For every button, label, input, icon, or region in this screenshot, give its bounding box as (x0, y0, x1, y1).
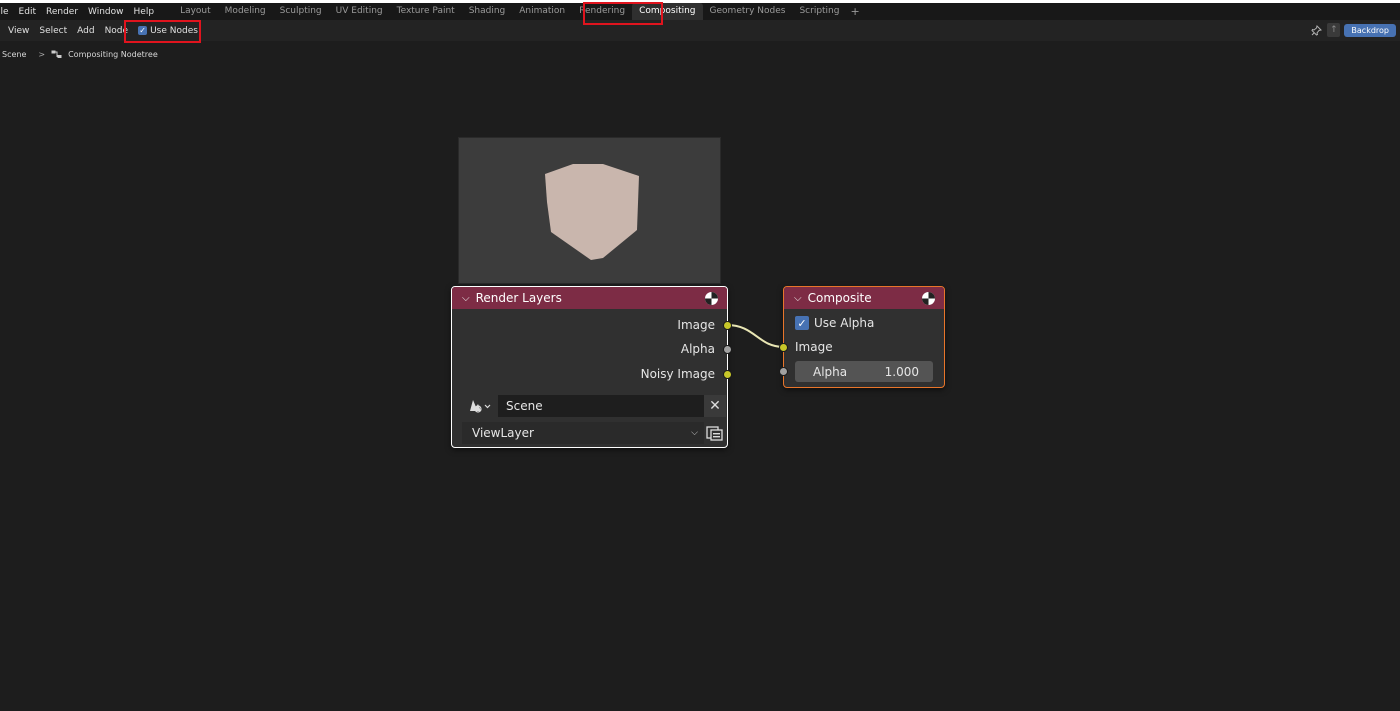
tab-shading[interactable]: Shading (462, 3, 513, 20)
view-menu[interactable]: View (0, 26, 34, 36)
render-layers-title: Render Layers (475, 291, 562, 305)
top-menu-bar: ile Edit Render Window Help Layout Model… (0, 3, 1400, 20)
composite-node-header[interactable]: ⌵ Composite (784, 287, 944, 309)
scene-selector-row: Scene ✕ (462, 395, 726, 417)
input-image-socket[interactable] (779, 343, 788, 352)
chevron-down-icon: ⌵ (691, 428, 698, 438)
render-layers-node[interactable]: ⌵ Render Layers Image Alpha Noisy Image … (451, 286, 732, 448)
add-workspace-button[interactable]: + (846, 5, 863, 18)
render-layers-node-header[interactable]: ⌵ Render Layers (452, 287, 727, 309)
composite-title: Composite (807, 291, 872, 305)
backdrop-preview (458, 137, 721, 284)
menu-file[interactable]: ile (0, 7, 14, 17)
add-menu[interactable]: Add (72, 26, 99, 36)
view-layer-dropdown[interactable]: ViewLayer ⌵ (462, 422, 704, 444)
node-tree-icon (51, 50, 62, 59)
menu-edit[interactable]: Edit (14, 7, 41, 17)
render-result-icon[interactable] (921, 291, 936, 306)
breadcrumb: Scene > Compositing Nodetree (2, 50, 158, 59)
select-menu[interactable]: Select (34, 26, 72, 36)
output-noisy-image-label: Noisy Image (640, 367, 715, 381)
workspace-tabs: Layout Modeling Sculpting UV Editing Tex… (173, 3, 864, 20)
render-result-icon[interactable] (704, 291, 719, 306)
use-alpha-toggle[interactable]: ✓ Use Alpha (795, 316, 874, 330)
parent-node-tree-icon[interactable]: ↑ (1327, 23, 1341, 37)
alpha-value-field[interactable]: Alpha 1.000 (795, 361, 933, 382)
output-alpha-label: Alpha (680, 342, 715, 356)
menu-help[interactable]: Help (129, 7, 160, 17)
use-alpha-label: Use Alpha (814, 316, 875, 330)
node-editor-header: View Select Add Node ✓ Use Nodes ↑ Backd… (0, 20, 1400, 41)
input-alpha-socket[interactable] (779, 367, 788, 376)
tab-animation[interactable]: Animation (512, 3, 572, 20)
output-noisy-image-socket[interactable] (723, 370, 732, 379)
tab-sculpting[interactable]: Sculpting (273, 3, 329, 20)
composite-node[interactable]: ⌵ Composite ✓ Use Alpha Image Alpha 1.00… (779, 286, 945, 388)
output-alpha-socket[interactable] (723, 345, 732, 354)
collapse-chevron-icon[interactable]: ⌵ (794, 293, 802, 304)
tab-scripting[interactable]: Scripting (792, 3, 846, 20)
breadcrumb-scene: Scene (2, 50, 27, 59)
alpha-label: Alpha (813, 364, 848, 379)
breadcrumb-separator: > (38, 50, 46, 59)
tab-layout[interactable]: Layout (173, 3, 218, 20)
compositing-tab-highlight (583, 2, 663, 25)
use-alpha-checkbox[interactable]: ✓ (795, 316, 809, 330)
menu-render[interactable]: Render (41, 7, 83, 17)
input-image-label: Image (795, 340, 833, 354)
collapse-chevron-icon[interactable]: ⌵ (462, 293, 470, 304)
breadcrumb-nodetree: Compositing Nodetree (68, 50, 158, 59)
scene-icon[interactable] (462, 395, 498, 417)
close-icon[interactable]: ✕ (704, 395, 726, 417)
scene-field[interactable]: Scene (498, 395, 704, 417)
menu-window[interactable]: Window (83, 7, 129, 17)
tab-geometry-nodes[interactable]: Geometry Nodes (703, 3, 793, 20)
alpha-value: 1.000 (884, 364, 919, 379)
output-image-socket[interactable] (723, 321, 732, 330)
backdrop-button[interactable]: Backdrop (1344, 23, 1396, 37)
pin-icon[interactable] (1309, 23, 1323, 37)
use-nodes-highlight (124, 20, 201, 43)
render-layer-icon[interactable] (704, 422, 726, 444)
cube-render-image (545, 164, 639, 260)
tab-texture-paint[interactable]: Texture Paint (390, 3, 462, 20)
tab-uv-editing[interactable]: UV Editing (329, 3, 390, 20)
view-layer-value: ViewLayer (472, 426, 534, 440)
output-image-label: Image (677, 318, 715, 332)
view-layer-selector-row: ViewLayer ⌵ (462, 422, 726, 444)
tab-modeling[interactable]: Modeling (218, 3, 273, 20)
